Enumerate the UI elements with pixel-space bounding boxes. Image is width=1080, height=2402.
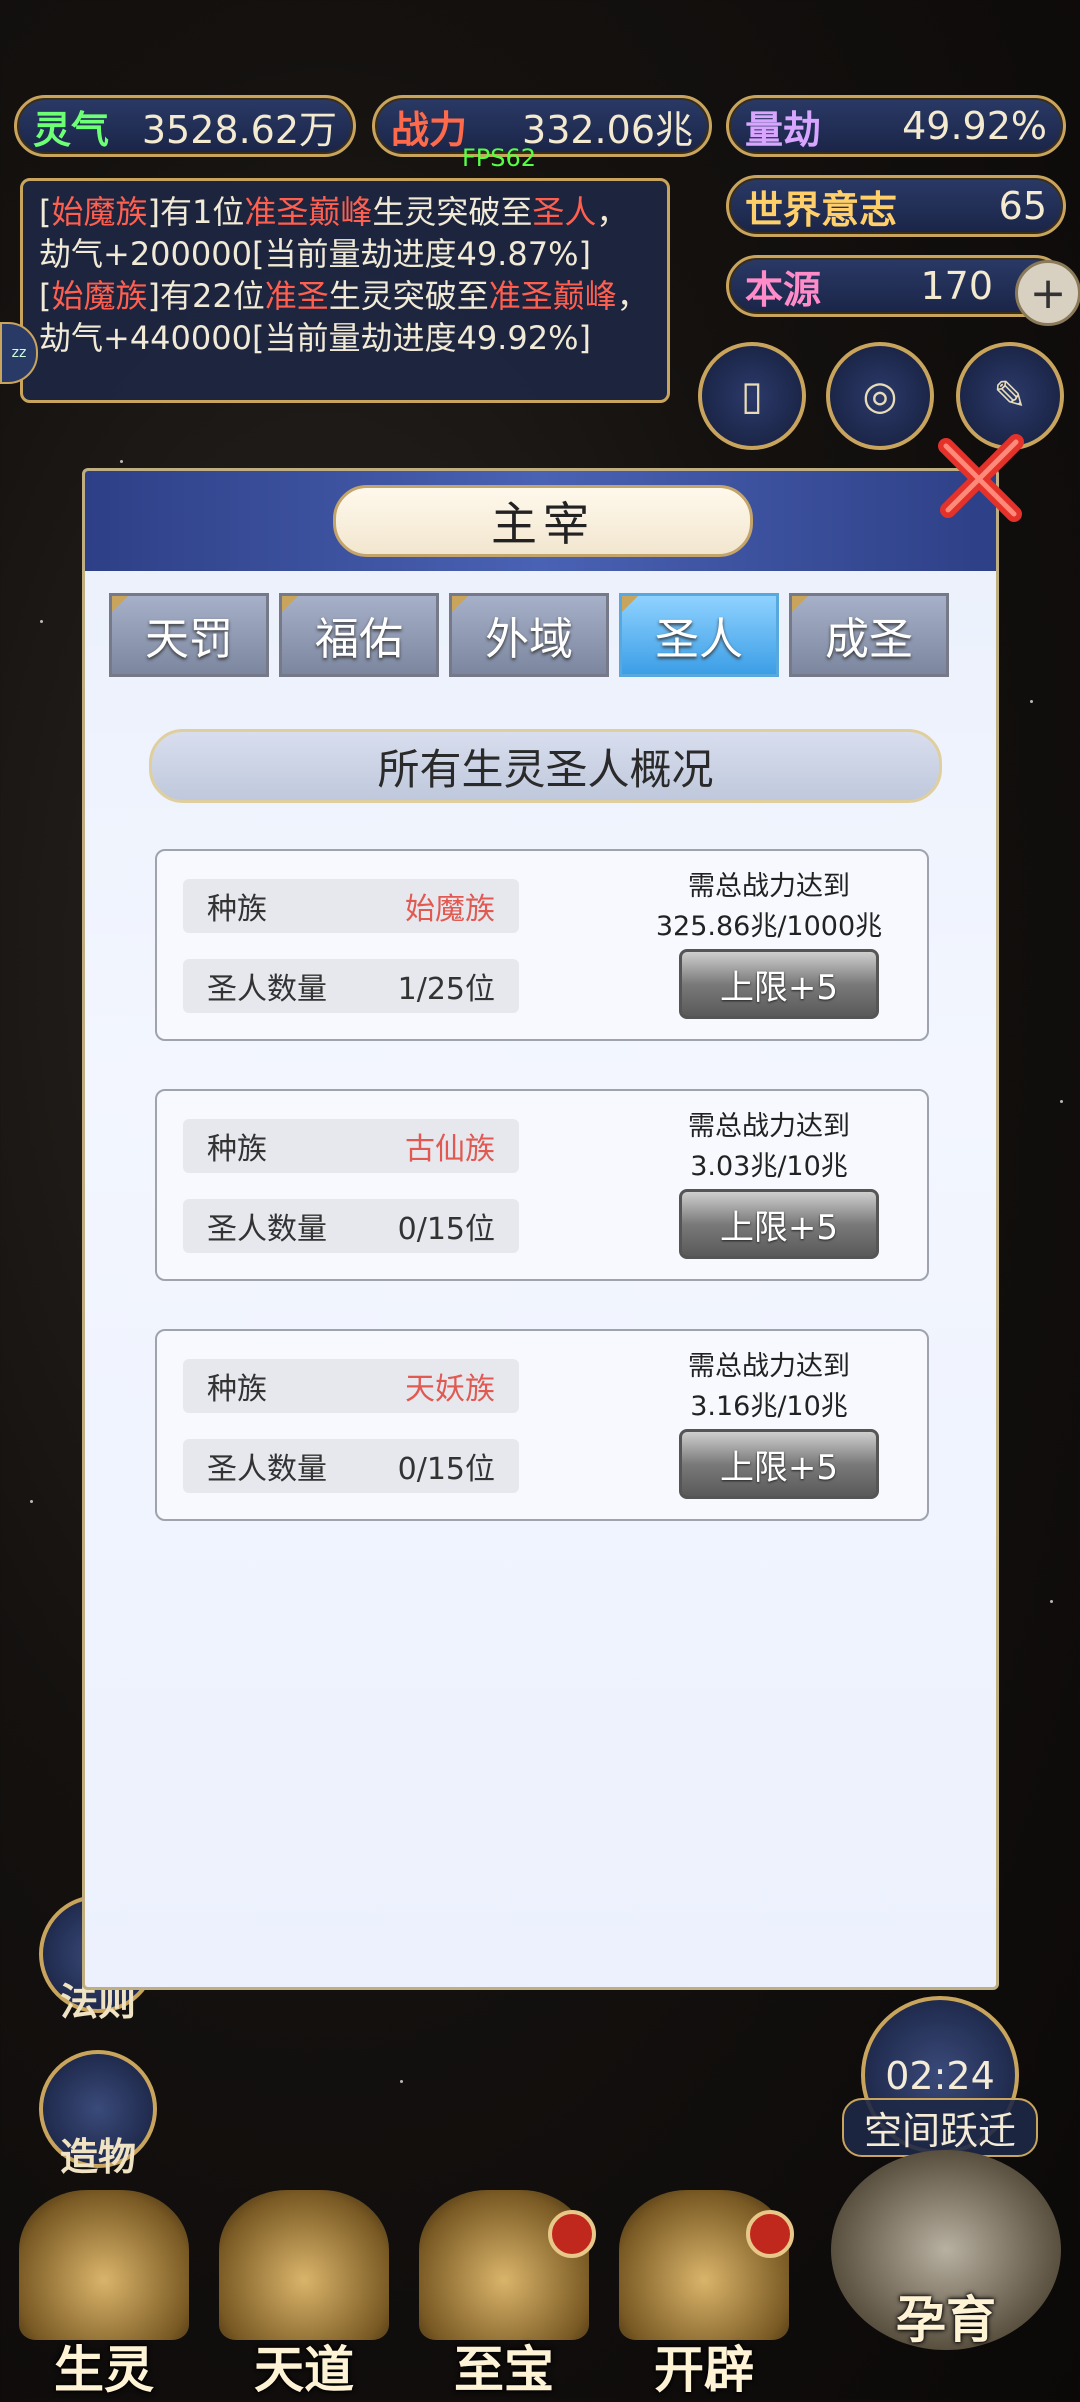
race-card: 种族 古仙族 圣人数量 0/15位 需总战力达到 3.03兆/10兆 上限+5 xyxy=(155,1089,929,1281)
count-row: 圣人数量 0/15位 xyxy=(183,1199,519,1253)
nav-label: 开辟 xyxy=(654,2341,754,2399)
race-row: 种族 天妖族 xyxy=(183,1359,519,1413)
log-line: [始魔族]有22位准圣生灵突破至准圣巅峰，劫气+440000[当前量劫进度49.… xyxy=(39,277,649,357)
menu-label: 造物 xyxy=(59,2135,136,2179)
count-row: 圣人数量 0/15位 xyxy=(183,1439,519,1493)
liangjie-value: 49.92% xyxy=(902,104,1047,148)
notification-dot xyxy=(746,2210,794,2258)
raise-limit-button[interactable]: 上限+5 xyxy=(679,949,879,1019)
tab-tianfa[interactable]: 天罚 xyxy=(109,593,269,677)
tab-waiyu[interactable]: 外域 xyxy=(449,593,609,677)
close-icon[interactable] xyxy=(936,432,1028,524)
saint-count: 0/15位 xyxy=(397,1212,495,1247)
liangjie-stat: 量劫 49.92% xyxy=(726,95,1066,157)
space-jump-event[interactable]: 02:24 空间跃迁 xyxy=(842,1996,1038,2157)
zhanli-label: 战力 xyxy=(391,107,468,152)
event-timer: 02:24 xyxy=(885,2054,995,2098)
card-icon[interactable]: ▯ xyxy=(698,342,806,450)
shijie-value: 65 xyxy=(998,184,1047,228)
vortex-icon[interactable]: ◎ xyxy=(826,342,934,450)
plus-icon: + xyxy=(1029,267,1067,319)
nav-label: 孕育 xyxy=(896,2291,996,2349)
lingqi-value: 3528.62万 xyxy=(141,107,337,152)
saint-count: 1/25位 xyxy=(397,972,495,1007)
benyuan-label: 本源 xyxy=(745,267,822,312)
race-card: 种族 始魔族 圣人数量 1/25位 需总战力达到 325.86兆/1000兆 上限+5 xyxy=(155,849,929,1041)
swirl-icon xyxy=(219,2190,389,2340)
lingqi-label: 灵气 xyxy=(33,107,110,152)
add-benyuan-button[interactable]: + xyxy=(1015,260,1080,326)
race-row: 种族 始魔族 xyxy=(183,879,519,933)
race-card: 种族 天妖族 圣人数量 0/15位 需总战力达到 3.16兆/10兆 上限+5 xyxy=(155,1329,929,1521)
tab-fuyou[interactable]: 福佑 xyxy=(279,593,439,677)
master-dialog: 主宰 天罚 福佑 外域 圣人 成圣 所有生灵圣人概况 种族 始魔族 圣人数量 1/2… xyxy=(82,468,999,1990)
notification-dot xyxy=(548,2210,596,2258)
fps-counter: FPS62 xyxy=(462,144,537,172)
requirement: 需总战力达到 3.16兆/10兆 xyxy=(688,1351,850,1422)
raise-limit-button[interactable]: 上限+5 xyxy=(679,1429,879,1499)
tab-shengren[interactable]: 圣人 xyxy=(619,593,779,677)
section-title: 所有生灵圣人概况 xyxy=(149,729,942,803)
raise-limit-button[interactable]: 上限+5 xyxy=(679,1189,879,1259)
nav-label: 生灵 xyxy=(54,2341,154,2399)
shijie-label: 世界意志 xyxy=(745,187,898,232)
requirement: 需总战力达到 325.86兆/1000兆 xyxy=(655,871,883,942)
race-row: 种族 古仙族 xyxy=(183,1119,519,1173)
nav-yunyu[interactable]: 孕育 xyxy=(826,2150,1066,2360)
race-name: 古仙族 xyxy=(405,1132,495,1167)
dialog-title: 主宰 xyxy=(333,485,753,557)
nav-tiandao[interactable]: 天道 xyxy=(214,2190,394,2400)
event-log: [始魔族]有1位准圣巅峰生灵突破至圣人，劫气+200000[当前量劫进度49.8… xyxy=(20,178,670,403)
race-name: 始魔族 xyxy=(405,892,495,927)
count-row: 圣人数量 1/25位 xyxy=(183,959,519,1013)
tab-chengsheng[interactable]: 成圣 xyxy=(789,593,949,677)
dialog-tabs: 天罚 福佑 外域 圣人 成圣 xyxy=(109,593,949,677)
zhanli-stat: 战力 332.06兆 xyxy=(372,95,712,157)
log-line: [始魔族]有1位准圣巅峰生灵突破至圣人，劫气+200000[当前量劫进度49.8… xyxy=(39,193,629,273)
menu-zaowu[interactable]: 造物 xyxy=(38,2050,158,2181)
lingqi-stat: 灵气 3528.62万 xyxy=(14,95,356,157)
requirement: 需总战力达到 3.03兆/10兆 xyxy=(688,1111,850,1182)
saint-count: 0/15位 xyxy=(397,1452,495,1487)
benyuan-value: 170 xyxy=(920,264,993,308)
phoenix-icon xyxy=(19,2190,189,2340)
shijie-stat: 世界意志 65 xyxy=(726,175,1066,237)
liangjie-label: 量劫 xyxy=(745,107,822,152)
nav-label: 至宝 xyxy=(454,2341,554,2399)
race-name: 天妖族 xyxy=(405,1372,495,1407)
event-label: 空间跃迁 xyxy=(842,2098,1038,2157)
nav-label: 天道 xyxy=(254,2341,354,2399)
nav-shengling[interactable]: 生灵 xyxy=(14,2190,194,2400)
